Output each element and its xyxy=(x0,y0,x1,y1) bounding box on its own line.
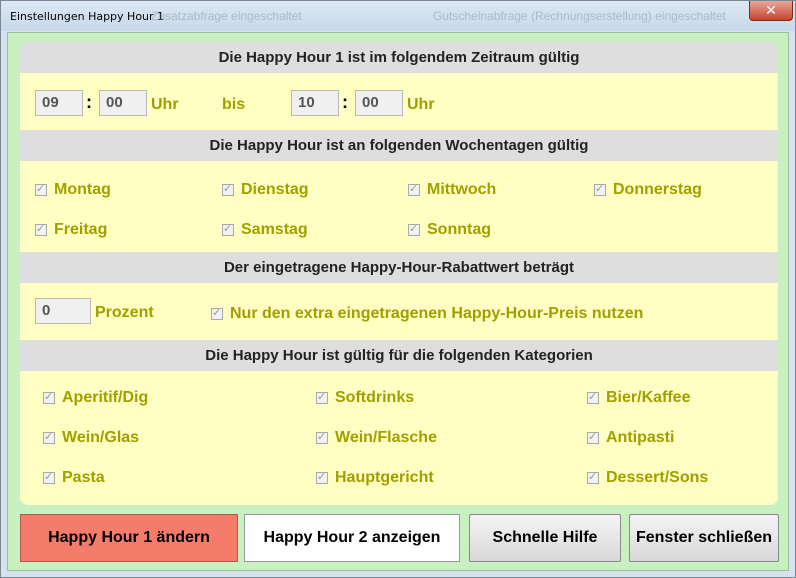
category-checkbox-bier-kaffee[interactable]: ✓ Bier/Kaffee xyxy=(587,389,690,407)
checkmark-icon: ✓ xyxy=(212,307,222,319)
weekday-checkbox-saturday[interactable]: ✓ Samstag xyxy=(222,221,308,239)
title-bar[interactable]: Einstellungen Happy Hour 1 Zusatzabfrage… xyxy=(1,1,795,31)
checkmark-icon: ✓ xyxy=(588,471,598,483)
from-minute-input[interactable]: 00 xyxy=(99,90,147,116)
checkbox[interactable]: ✓ xyxy=(408,183,420,196)
weekday-checkbox-tuesday[interactable]: ✓ Dienstag xyxy=(222,181,309,199)
checkmark-icon: ✓ xyxy=(317,471,327,483)
category-checkbox-aperitif[interactable]: ✓ Aperitif/Dig xyxy=(43,389,148,407)
from-unit-label: Uhr xyxy=(151,96,179,113)
weekday-label: Dienstag xyxy=(241,181,309,198)
close-window-button[interactable]: ✕ xyxy=(749,1,793,21)
weekday-checkbox-sunday[interactable]: ✓ Sonntag xyxy=(408,221,491,239)
quick-help-button[interactable]: Schnelle Hilfe xyxy=(469,514,621,562)
weekday-label: Donnerstag xyxy=(613,181,702,198)
checkmark-icon: ✓ xyxy=(317,431,327,443)
checkbox[interactable]: ✓ xyxy=(35,223,47,236)
discount-percent-input[interactable]: 0 xyxy=(35,298,91,324)
background-window-text-right: Gutscheinabfrage (Rechnungserstellung) e… xyxy=(433,9,726,23)
background-window-text-left: Zusatzabfrage eingeschaltet xyxy=(151,9,302,23)
category-label: Antipasti xyxy=(606,429,675,446)
checkbox[interactable]: ✓ xyxy=(587,431,599,444)
category-checkbox-hauptgericht[interactable]: ✓ Hauptgericht xyxy=(316,469,434,487)
weekday-checkbox-wednesday[interactable]: ✓ Mittwoch xyxy=(408,181,496,199)
weekday-label: Sonntag xyxy=(427,221,491,238)
checkmark-icon: ✓ xyxy=(595,183,605,195)
checkmark-icon: ✓ xyxy=(588,431,598,443)
weekday-checkbox-thursday[interactable]: ✓ Donnerstag xyxy=(594,181,702,199)
category-checkbox-dessert[interactable]: ✓ Dessert/Sons xyxy=(587,469,708,487)
category-label: Hauptgericht xyxy=(335,469,434,486)
checkmark-icon: ✓ xyxy=(36,223,46,235)
settings-panel: Die Happy Hour 1 ist im folgendem Zeitra… xyxy=(20,42,778,505)
extra-price-label: Nur den extra eingetragenen Happy-Hour-P… xyxy=(230,305,644,322)
checkbox[interactable]: ✓ xyxy=(35,183,47,196)
change-happy-hour-1-button[interactable]: Happy Hour 1 ändern xyxy=(20,514,238,562)
category-checkbox-wein-glas[interactable]: ✓ Wein/Glas xyxy=(43,429,139,447)
to-hour-input[interactable]: 10 xyxy=(291,90,339,116)
checkmark-icon: ✓ xyxy=(223,183,233,195)
weekday-checkbox-friday[interactable]: ✓ Freitag xyxy=(35,221,107,239)
checkbox[interactable]: ✓ xyxy=(587,391,599,404)
percent-unit-label: Prozent xyxy=(95,304,154,321)
category-label: Pasta xyxy=(62,469,105,486)
category-checkbox-wein-flasche[interactable]: ✓ Wein/Flasche xyxy=(316,429,437,447)
weekdays-section-header: Die Happy Hour ist an folgenden Wochenta… xyxy=(20,130,778,161)
close-window-button[interactable]: Fenster schließen xyxy=(629,514,779,562)
checkmark-icon: ✓ xyxy=(588,391,598,403)
from-hour-input[interactable]: 09 xyxy=(35,90,83,116)
checkmark-icon: ✓ xyxy=(44,431,54,443)
checkbox[interactable]: ✓ xyxy=(316,391,328,404)
checkmark-icon: ✓ xyxy=(36,183,46,195)
weekday-checkbox-monday[interactable]: ✓ Montag xyxy=(35,181,111,199)
time-separator-label: bis xyxy=(222,96,246,113)
checkbox[interactable]: ✓ xyxy=(43,471,55,484)
weekday-label: Mittwoch xyxy=(427,181,497,198)
extra-price-checkbox[interactable]: ✓ Nur den extra eingetragenen Happy-Hour-… xyxy=(211,305,643,323)
weekday-label: Montag xyxy=(54,181,111,198)
category-label: Wein/Glas xyxy=(62,429,140,446)
discount-section-header: Der eingetragene Happy-Hour-Rabattwert b… xyxy=(20,252,778,283)
checkbox[interactable]: ✓ xyxy=(594,183,606,196)
category-label: Aperitif/Dig xyxy=(62,389,149,406)
checkbox[interactable]: ✓ xyxy=(587,471,599,484)
checkbox[interactable]: ✓ xyxy=(43,391,55,404)
to-minute-input[interactable]: 00 xyxy=(355,90,403,116)
checkbox[interactable]: ✓ xyxy=(222,223,234,236)
checkbox[interactable]: ✓ xyxy=(43,431,55,444)
settings-window: Einstellungen Happy Hour 1 Zusatzabfrage… xyxy=(0,0,796,578)
category-checkbox-pasta[interactable]: ✓ Pasta xyxy=(43,469,105,487)
category-label: Bier/Kaffee xyxy=(606,389,691,406)
checkmark-icon: ✓ xyxy=(44,391,54,403)
checkbox[interactable]: ✓ xyxy=(316,431,328,444)
checkmark-icon: ✓ xyxy=(223,223,233,235)
category-label: Softdrinks xyxy=(335,389,415,406)
checkmark-icon: ✓ xyxy=(317,391,327,403)
checkmark-icon: ✓ xyxy=(409,223,419,235)
checkbox[interactable]: ✓ xyxy=(211,307,223,320)
checkbox[interactable]: ✓ xyxy=(222,183,234,196)
close-icon: ✕ xyxy=(765,2,777,18)
show-happy-hour-2-button[interactable]: Happy Hour 2 anzeigen xyxy=(244,514,460,562)
checkmark-icon: ✓ xyxy=(44,471,54,483)
category-label: Wein/Flasche xyxy=(335,429,437,446)
weekday-label: Samstag xyxy=(241,221,308,238)
checkbox[interactable]: ✓ xyxy=(408,223,420,236)
time-colon: : xyxy=(342,92,348,112)
categories-section-header: Die Happy Hour ist gültig für die folgen… xyxy=(20,340,778,371)
time-section-header: Die Happy Hour 1 ist im folgendem Zeitra… xyxy=(20,42,778,73)
weekday-label: Freitag xyxy=(54,221,108,238)
category-label: Dessert/Sons xyxy=(606,469,709,486)
category-checkbox-softdrinks[interactable]: ✓ Softdrinks xyxy=(316,389,414,407)
to-unit-label: Uhr xyxy=(407,96,435,113)
category-checkbox-antipasti[interactable]: ✓ Antipasti xyxy=(587,429,674,447)
window-title: Einstellungen Happy Hour 1 xyxy=(10,10,165,23)
client-area: Die Happy Hour 1 ist im folgendem Zeitra… xyxy=(7,32,789,571)
time-colon: : xyxy=(86,92,92,112)
checkmark-icon: ✓ xyxy=(409,183,419,195)
checkbox[interactable]: ✓ xyxy=(316,471,328,484)
